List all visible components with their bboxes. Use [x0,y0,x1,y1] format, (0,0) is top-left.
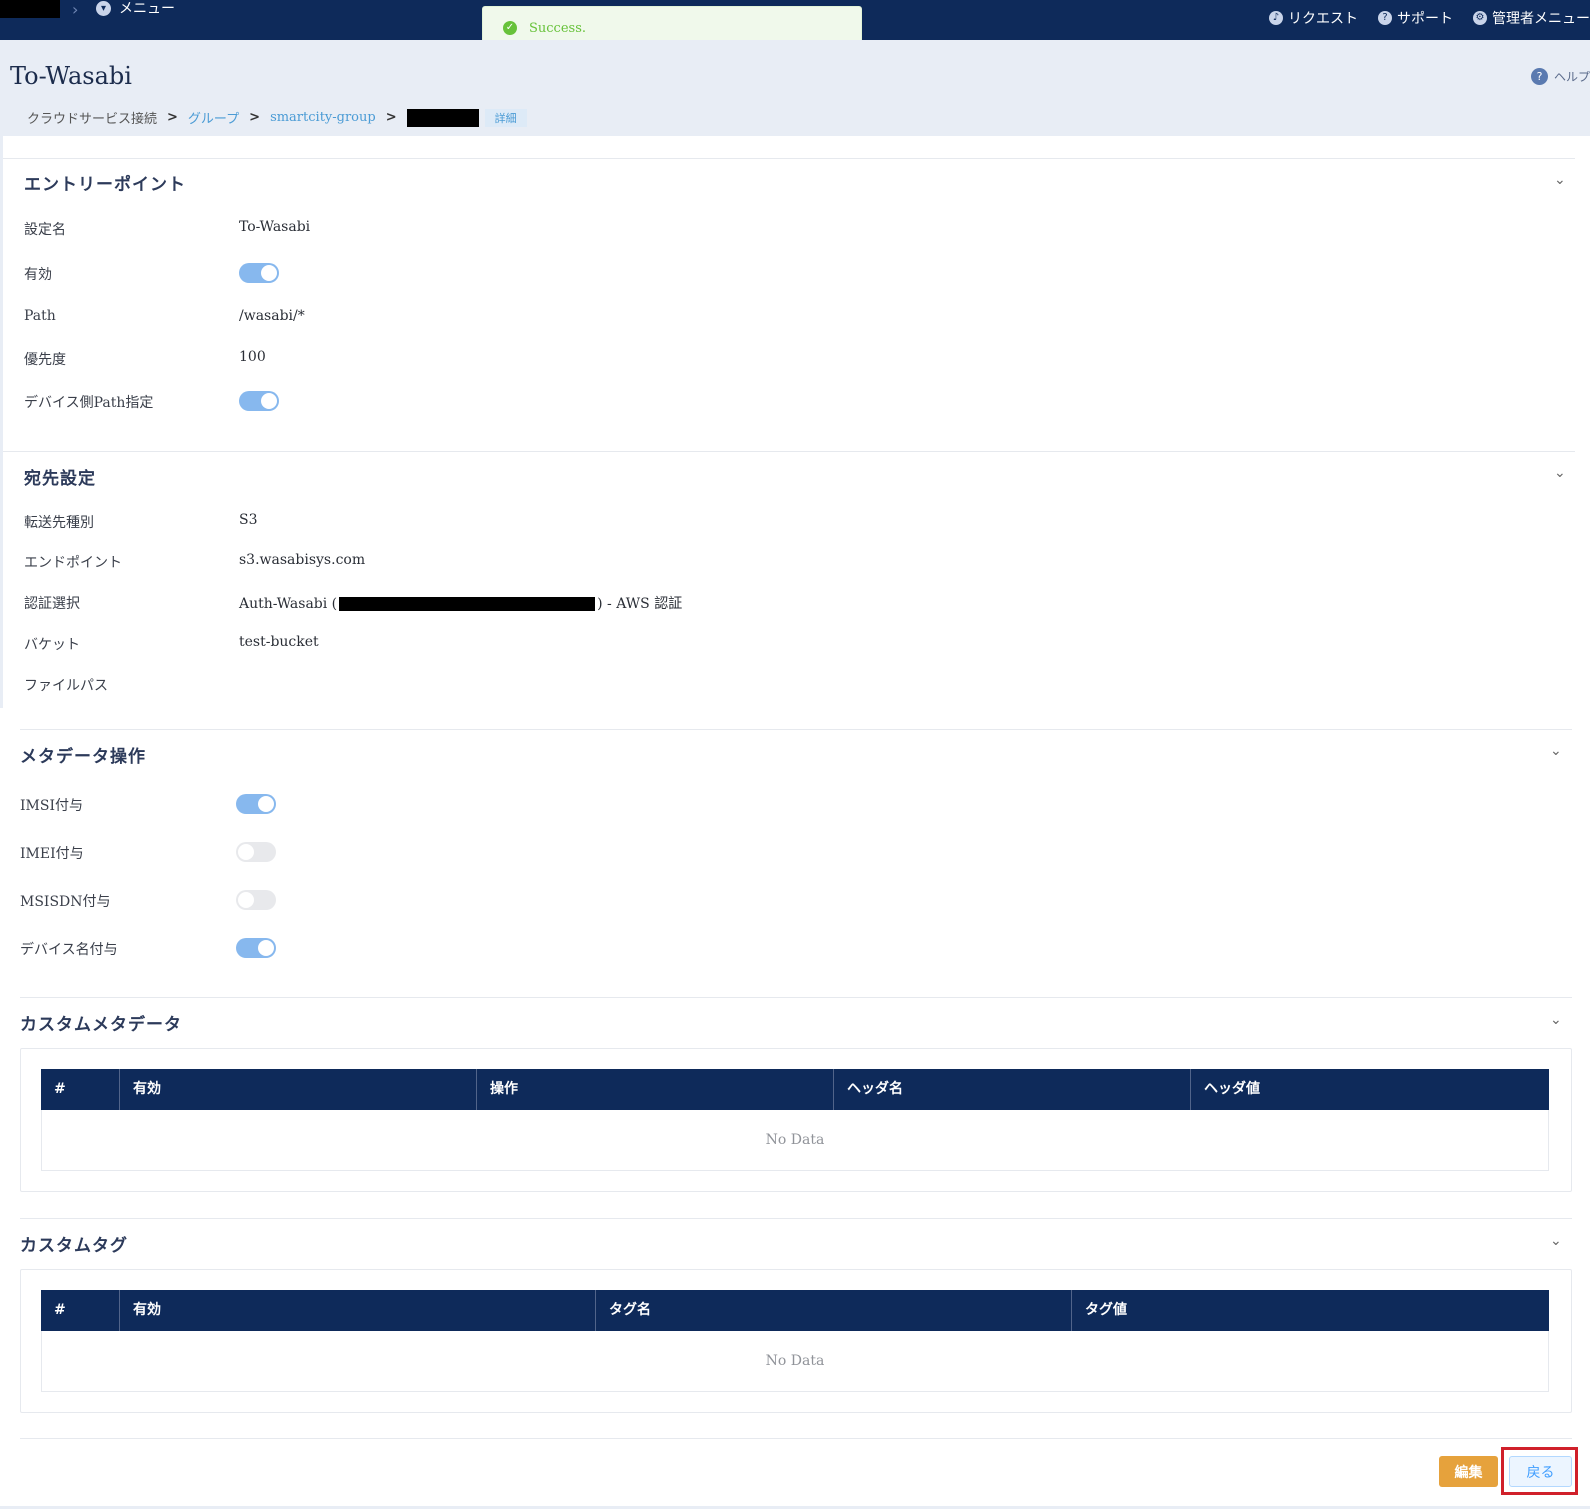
chevron-right-icon: > [167,110,178,125]
redacted-logo [0,0,60,18]
question-icon: ? [1530,68,1548,85]
setting-name-label: 設定名 [24,222,66,238]
check-circle-icon: ✓ [503,21,517,35]
custom-metadata-empty: No Data [41,1110,1549,1171]
toggle-knob [258,796,274,812]
enabled-label: 有効 [24,267,52,283]
gear-icon: ⚙ [1473,11,1487,25]
chevron-down-icon[interactable]: ⌄ [1550,1012,1562,1028]
endpoint-value: s3.wasabisys.com [239,552,366,568]
support-link[interactable]: ? サポート [1378,8,1453,28]
request-label: リクエスト [1288,11,1358,27]
menu-button[interactable]: ▾ メニュー [96,0,175,17]
custom-metadata-section-title: カスタムメタデータ [20,1015,182,1035]
edit-button[interactable]: 編集 [1439,1456,1498,1487]
page-title: To-Wasabi [10,62,132,90]
divider [3,158,1575,159]
endpoint-label: エンドポイント [24,555,122,571]
custom-tag-empty: No Data [41,1331,1549,1392]
menu-label: メニュー [119,1,175,17]
column-header: ヘッダ名 [834,1069,1191,1110]
breadcrumb: クラウドサービス接続 > グループ > smartcity-group > 詳細 [27,108,527,127]
imsi-label: IMSI付与 [20,798,83,814]
device-name-toggle[interactable] [236,938,276,958]
auth-label: 認証選択 [24,596,80,612]
device-name-label: デバイス名付与 [20,942,118,958]
redacted-auth-id [339,597,596,611]
detail-tag: 詳細 [484,108,527,127]
destination-type-label: 転送先種別 [24,515,94,531]
help-label: ヘルプ [1553,70,1590,84]
chevron-down-icon[interactable]: ⌄ [1554,172,1566,188]
chevron-right-icon: > [385,110,397,125]
msisdn-label: MSISDN付与 [20,894,111,910]
auth-value: Auth-Wasabi ( ) - AWS 認証 [239,593,682,613]
admin-menu-link[interactable]: ⚙ 管理者メニュー [1473,8,1590,28]
entry-section-title: エントリーポイント [24,175,186,195]
toggle-knob [261,393,277,409]
filepath-label: ファイルパス [24,678,108,694]
top-right-links: ♪ リクエスト ? サポート ⚙ 管理者メニュー [1249,8,1590,28]
chevron-down-icon[interactable]: ⌄ [1550,743,1562,759]
bucket-label: バケット [24,637,80,653]
column-header: 有効 [120,1290,596,1331]
divider [20,729,1572,730]
column-header: # [41,1290,120,1331]
custom-metadata-table-header: # 有効 操作 ヘッダ名 ヘッダ値 [41,1069,1549,1110]
breadcrumb-item-smartcity[interactable]: smartcity-group [270,110,376,125]
chevron-down-icon[interactable]: ⌄ [1550,1233,1562,1249]
question-icon: ? [1378,11,1392,25]
bucket-value: test-bucket [239,634,319,650]
imei-toggle[interactable] [236,842,276,862]
support-label: サポート [1397,11,1453,27]
priority-value: 100 [239,349,266,365]
device-path-toggle[interactable] [239,391,279,411]
column-header: 操作 [477,1069,834,1110]
panel-edge [0,136,3,708]
destination-type-value: S3 [239,512,258,528]
column-header: # [41,1069,120,1110]
help-link[interactable]: ? ヘルプ [1530,68,1590,85]
toast-message: Success. [529,20,587,36]
divider [3,451,1575,452]
divider [20,997,1572,998]
auth-prefix: Auth-Wasabi ( [239,596,338,612]
divider [20,1218,1572,1219]
divider [20,1438,1572,1439]
back-button[interactable]: 戻る [1509,1456,1572,1487]
bell-icon: ♪ [1269,11,1283,25]
column-header: 有効 [120,1069,477,1110]
device-path-label: デバイス側Path指定 [24,395,154,411]
admin-menu-label: 管理者メニュー [1492,11,1590,27]
imei-label: IMEI付与 [20,846,84,862]
auth-suffix: ) - AWS 認証 [597,596,683,612]
setting-name-value: To-Wasabi [239,219,311,235]
chevron-right-icon: › [72,0,79,19]
chevron-down-icon[interactable]: ⌄ [1554,465,1566,481]
breadcrumb-item-cloud: クラウドサービス接続 [27,112,158,127]
destination-section-title: 宛先設定 [24,469,96,489]
custom-tag-table-header: # 有効 タグ名 タグ値 [41,1290,1549,1331]
column-header: タグ値 [1085,1302,1127,1318]
enabled-toggle[interactable] [239,263,279,283]
toggle-knob [261,265,277,281]
priority-label: 優先度 [24,352,66,368]
path-label: Path [24,308,56,324]
imsi-toggle[interactable] [236,794,276,814]
toggle-knob [258,940,274,956]
custom-tag-section-title: カスタムタグ [20,1236,128,1256]
msisdn-toggle[interactable] [236,890,276,910]
toggle-knob [238,844,254,860]
metadata-section-title: メタデータ操作 [20,747,146,767]
redacted-breadcrumb [406,108,479,127]
chevron-down-circle-icon: ▾ [96,0,111,16]
column-header: タグ名 [596,1290,1072,1331]
request-link[interactable]: ♪ リクエスト [1269,8,1358,28]
path-value: /wasabi/* [239,308,305,324]
column-header: ヘッダ値 [1204,1081,1260,1097]
toggle-knob [238,892,254,908]
breadcrumb-item-group[interactable]: グループ [188,108,239,127]
chevron-right-icon: > [249,110,261,125]
